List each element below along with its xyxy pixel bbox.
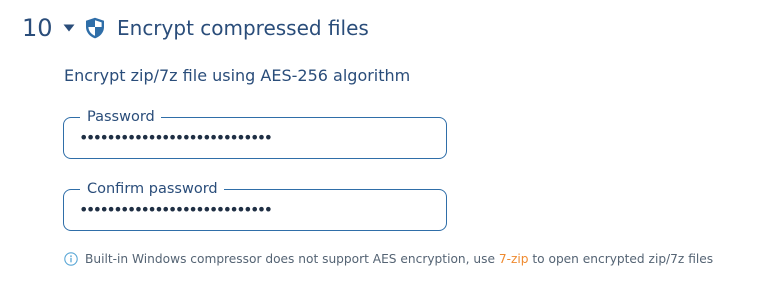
confirm-password-input[interactable]: •••••••••••••••••••••••••••• <box>79 201 433 219</box>
caret-down-icon[interactable] <box>62 12 76 44</box>
step-number: 10 <box>22 14 53 42</box>
password-input[interactable]: •••••••••••••••••••••••••••• <box>79 129 433 147</box>
password-label: Password <box>80 107 161 127</box>
encryption-note: Built-in Windows compressor does not sup… <box>64 250 713 268</box>
7zip-link[interactable]: 7-zip <box>499 250 529 268</box>
section-description: Encrypt zip/7z file using AES-256 algori… <box>64 66 411 85</box>
password-field[interactable]: Password •••••••••••••••••••••••••••• <box>63 107 447 159</box>
section-header: 10 Encrypt compressed files <box>22 12 369 44</box>
note-text-after: to open encrypted zip/7z files <box>528 252 714 266</box>
section-title: Encrypt compressed files <box>117 16 369 40</box>
confirm-password-field[interactable]: Confirm password •••••••••••••••••••••••… <box>63 179 447 231</box>
shield-icon <box>84 12 106 44</box>
info-icon <box>64 252 78 266</box>
encrypt-section: 10 Encrypt compressed files Encrypt zip/… <box>0 0 768 285</box>
confirm-password-label: Confirm password <box>80 179 224 199</box>
note-text-before: Built-in Windows compressor does not sup… <box>85 252 499 266</box>
